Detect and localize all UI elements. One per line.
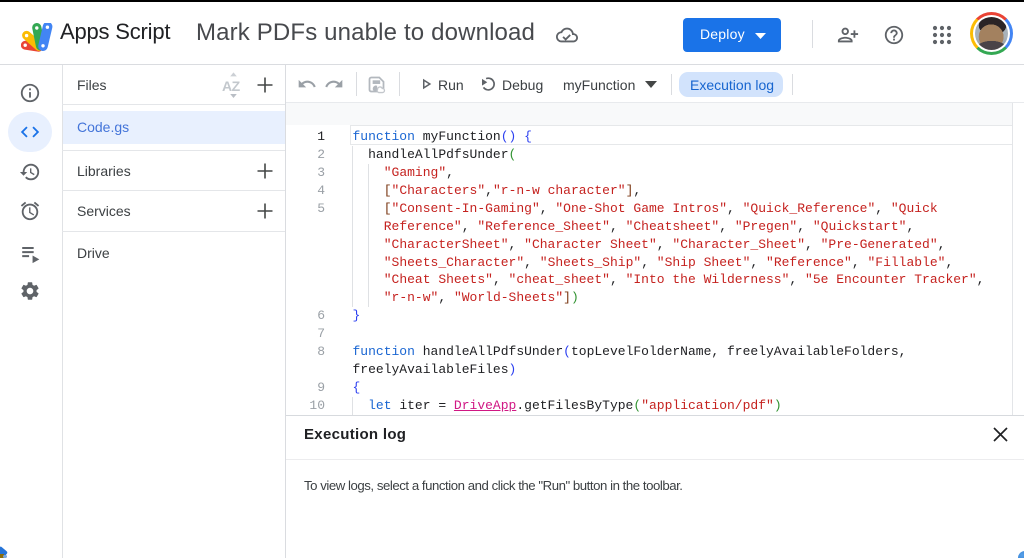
svg-text:AZ: AZ (222, 78, 241, 94)
